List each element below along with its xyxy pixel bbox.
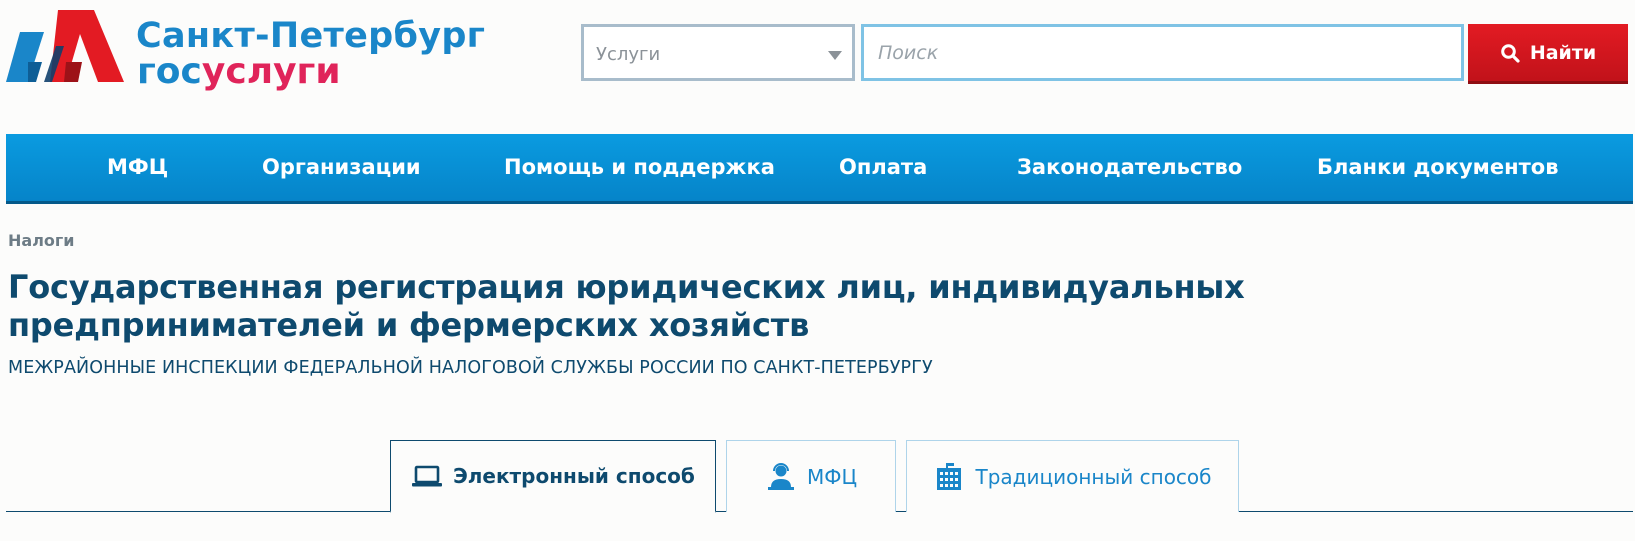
logo-mark-icon [6,10,124,82]
breadcrumb[interactable]: Налоги [8,231,74,250]
chevron-down-icon [828,51,842,60]
nav-item-payment[interactable]: Оплата [839,134,927,201]
logo-title: Санкт-Петербург [136,16,486,56]
nav-item-mfc[interactable]: МФЦ [107,134,168,201]
nav-item-legislation[interactable]: Законодательство [1017,134,1242,201]
main-nav: МФЦ Организации Помощь и поддержка Оплат… [6,134,1633,204]
building-icon [937,462,962,490]
tab-electronic-label: Электронный способ [453,464,695,488]
tab-mfc[interactable]: МФЦ [726,440,896,512]
page-title: Государственная регистрация юридических … [8,268,1245,344]
nav-item-organizations[interactable]: Организации [262,134,421,201]
logo-subtitle: госуслуги [137,52,341,92]
search-category-value: Услуги [596,44,661,65]
search-category-select[interactable]: Услуги [581,24,855,81]
page-subtitle: МЕЖРАЙОННЫЕ ИНСПЕКЦИИ ФЕДЕРАЛЬНОЙ НАЛОГО… [8,358,933,378]
operator-icon [768,462,794,490]
nav-item-help[interactable]: Помощь и поддержка [504,134,775,201]
tab-traditional[interactable]: Традиционный способ [906,440,1239,512]
logo-sub-gos: гос [137,51,202,92]
nav-item-forms[interactable]: Бланки документов [1317,134,1558,201]
search-icon [1501,43,1520,63]
search-button-label: Найти [1529,41,1597,64]
tab-traditional-label: Традиционный способ [975,464,1212,489]
site-logo[interactable]: Санкт-Петербург госуслуги [6,10,506,95]
laptop-icon [412,465,443,487]
search-input[interactable] [861,24,1464,81]
logo-sub-uslugi: услуги [201,51,341,92]
tab-mfc-label: МФЦ [807,464,857,489]
search-button[interactable]: Найти [1468,24,1628,84]
tab-electronic[interactable]: Электронный способ [390,440,716,513]
